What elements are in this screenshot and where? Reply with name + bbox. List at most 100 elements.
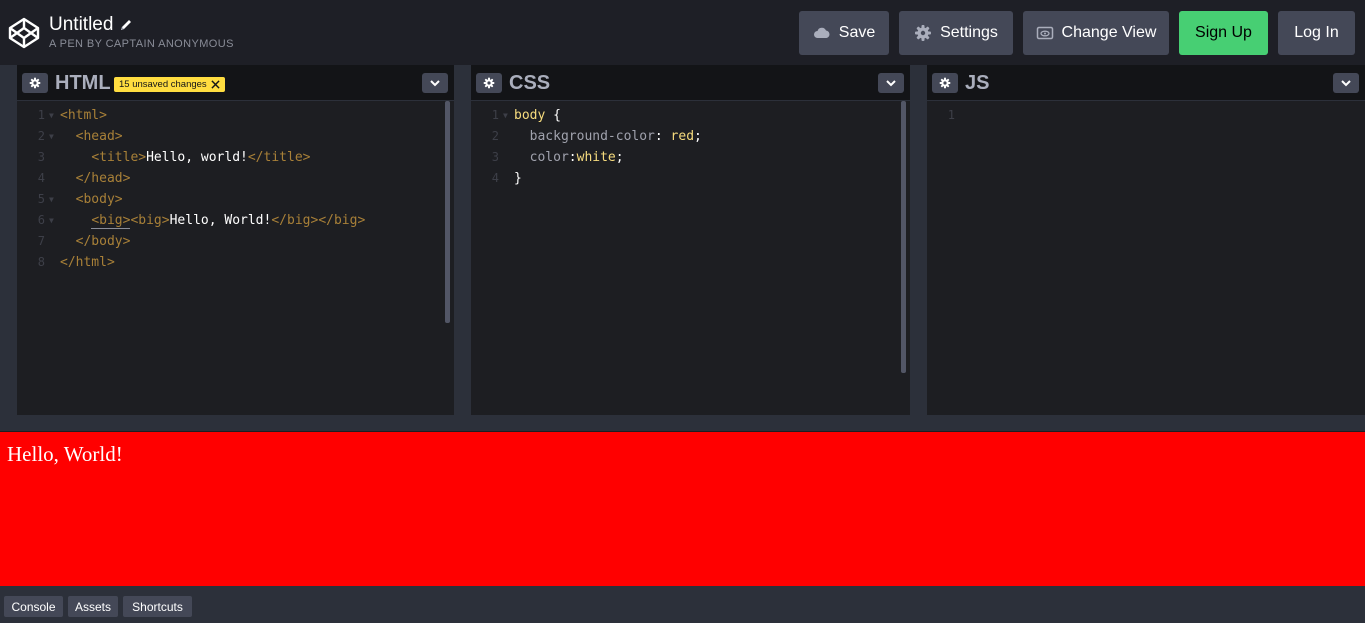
- css-js-resizer[interactable]: [910, 65, 927, 415]
- css-collapse-button[interactable]: [878, 73, 904, 93]
- html-editor-title: HTML: [55, 72, 111, 94]
- code-token: background-color: [529, 129, 655, 144]
- js-editor-header: JS: [927, 65, 1365, 101]
- css-settings-button[interactable]: [476, 73, 502, 93]
- assets-button[interactable]: Assets: [68, 596, 118, 617]
- css-scrollbar[interactable]: [901, 101, 906, 373]
- css-editor: CSS 1 ▼ body { 2 background-color: red; 3 …: [471, 65, 910, 415]
- line-number: 4: [37, 171, 45, 185]
- cloud-icon: [813, 27, 830, 38]
- settings-button[interactable]: Settings: [899, 11, 1013, 55]
- shortcuts-button[interactable]: Shortcuts: [123, 596, 192, 617]
- code-line: 1 ▼ <html>: [17, 105, 454, 126]
- line-number: 6: [37, 213, 45, 227]
- editor-area: HTML 15 unsaved changes 1 ▼ <html> 2 ▼ <hea…: [0, 65, 1365, 415]
- js-code[interactable]: 1: [927, 105, 1365, 415]
- code-token: </big>: [318, 213, 366, 228]
- code-line: 1 ▼ body {: [471, 105, 910, 126]
- css-editor-title: CSS: [509, 72, 551, 94]
- code-token: }: [514, 171, 522, 186]
- gear-icon: [915, 25, 932, 41]
- save-label: Save: [838, 24, 876, 41]
- chevron-down-icon: [886, 80, 896, 87]
- log-in-button[interactable]: Log In: [1278, 11, 1355, 55]
- line-number: 7: [37, 234, 45, 248]
- code-line: 7 </body>: [17, 231, 454, 252]
- save-button[interactable]: Save: [799, 11, 889, 55]
- html-settings-button[interactable]: [22, 73, 48, 93]
- code-line: 1: [927, 105, 1365, 126]
- pen-author: A PEN BY CAPTAIN ANONYMOUS: [49, 38, 234, 50]
- code-token: </body>: [75, 234, 131, 249]
- code-line: 6 ▼ <big><big>Hello, World!</big></big>: [17, 210, 454, 231]
- change-view-button[interactable]: Change View: [1023, 11, 1169, 55]
- line-number: 3: [491, 150, 499, 164]
- pencil-icon[interactable]: [119, 18, 133, 32]
- change-view-label: Change View: [1061, 24, 1157, 41]
- editor-preview-resizer[interactable]: [0, 415, 1365, 432]
- code-line: 2 background-color: red;: [471, 126, 910, 147]
- line-number: 2: [37, 129, 45, 143]
- gear-icon: [29, 77, 41, 89]
- sign-up-button[interactable]: Sign Up: [1179, 11, 1268, 55]
- code-token: <title>: [91, 150, 147, 165]
- js-editor: JS 1: [927, 65, 1365, 415]
- fold-arrow-icon[interactable]: ▼: [49, 126, 54, 147]
- code-line: 4}: [471, 168, 910, 189]
- line-number: 1: [947, 108, 955, 122]
- chevron-down-icon: [430, 80, 440, 87]
- line-number: 8: [37, 255, 45, 269]
- fold-arrow-icon[interactable]: ▼: [49, 105, 54, 126]
- code-line: 8 </html>: [17, 252, 454, 273]
- unsaved-changes-badge[interactable]: 15 unsaved changes: [114, 77, 225, 92]
- code-token: </title>: [247, 150, 311, 165]
- gear-icon: [483, 77, 495, 89]
- gear-icon: [939, 77, 951, 89]
- html-collapse-button[interactable]: [422, 73, 448, 93]
- codepen-logo-icon[interactable]: [8, 17, 40, 49]
- unsaved-changes-text: 15 unsaved changes: [119, 79, 207, 90]
- js-settings-button[interactable]: [932, 73, 958, 93]
- code-token: <big>: [130, 213, 170, 228]
- code-line: 2 ▼ <head>: [17, 126, 454, 147]
- code-token: Hello, world!: [146, 150, 248, 165]
- code-line: 5 ▼ <body>: [17, 189, 454, 210]
- code-line: 3 <title>Hello, world!</title>: [17, 147, 454, 168]
- js-collapse-button[interactable]: [1333, 73, 1359, 93]
- code-token: color: [529, 150, 569, 165]
- code-token: body: [514, 108, 546, 123]
- html-editor-header: HTML 15 unsaved changes: [17, 65, 454, 101]
- html-editor: HTML 15 unsaved changes 1 ▼ <html> 2 ▼ <hea…: [17, 65, 454, 415]
- code-token: {: [545, 108, 561, 123]
- fold-arrow-icon[interactable]: ▼: [49, 210, 54, 231]
- line-number: 1: [491, 108, 499, 122]
- result-preview: Hello, World!: [0, 432, 1365, 586]
- code-token: <head>: [75, 129, 123, 144]
- eye-icon: [1036, 26, 1053, 40]
- pen-title[interactable]: Untitled: [49, 14, 234, 36]
- html-css-resizer[interactable]: [454, 65, 471, 415]
- fold-arrow-icon[interactable]: ▼: [49, 189, 54, 210]
- line-number: 2: [491, 129, 499, 143]
- code-token: red: [662, 129, 695, 144]
- log-in-label: Log In: [1294, 24, 1339, 41]
- code-token: Hello, World!: [169, 213, 272, 228]
- close-icon[interactable]: [211, 80, 220, 89]
- html-code[interactable]: 1 ▼ <html> 2 ▼ <head> 3 <title>Hello, world…: [17, 105, 454, 415]
- header-bar: Untitled A PEN BY CAPTAIN ANONYMOUS Save…: [0, 0, 1365, 65]
- left-edge-resizer[interactable]: [0, 65, 17, 415]
- css-code[interactable]: 1 ▼ body { 2 background-color: red; 3 colo…: [471, 105, 910, 415]
- fold-arrow-icon[interactable]: ▼: [503, 105, 508, 126]
- code-token: </big>: [271, 213, 319, 228]
- line-number: 5: [37, 192, 45, 206]
- preview-heading: Hello, World!: [7, 442, 123, 466]
- code-token: <big>: [91, 213, 131, 229]
- line-number: 4: [491, 171, 499, 185]
- chevron-down-icon: [1341, 80, 1351, 87]
- line-number: 1: [37, 108, 45, 122]
- console-button[interactable]: Console: [4, 596, 63, 617]
- line-number: 3: [37, 150, 45, 164]
- code-token: <body>: [75, 192, 123, 207]
- html-scrollbar[interactable]: [445, 101, 450, 323]
- pen-title-block: Untitled A PEN BY CAPTAIN ANONYMOUS: [49, 14, 234, 50]
